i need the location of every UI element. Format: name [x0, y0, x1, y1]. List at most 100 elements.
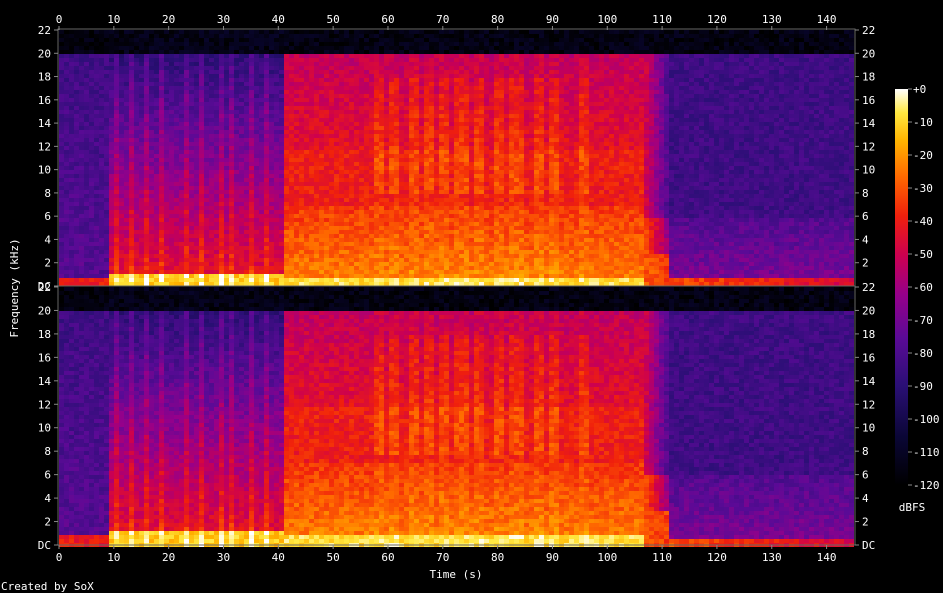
- x-tick-label-bottom: 90: [546, 551, 559, 564]
- x-tick-label-top: 130: [762, 13, 782, 26]
- x-tick-label-bottom: 120: [707, 551, 727, 564]
- colorbar-tick-label: -50: [913, 248, 933, 261]
- y-axis-label: Frequency (kHz): [8, 238, 21, 337]
- colorbar-tick-label: -80: [913, 347, 933, 360]
- y-tick-label-left: 6: [44, 210, 51, 223]
- y-tick-label-left: 20: [38, 304, 51, 317]
- channel-1-spectrogram: [59, 30, 854, 286]
- y-tick-label-right: 20: [862, 304, 875, 317]
- y-tick-label-left: 16: [38, 94, 51, 107]
- y-tick-label-right: 4: [862, 492, 869, 505]
- y-tick-label-left: 22: [38, 281, 51, 294]
- x-tick-label-top: 60: [381, 13, 394, 26]
- y-tick-label-right: 4: [862, 233, 869, 246]
- x-tick-label-bottom: 30: [217, 551, 230, 564]
- colorbar: [895, 89, 908, 485]
- y-tick-label-left: 10: [38, 164, 51, 177]
- spectrogram-chart: 0 0 10 10 20 20 30 30 40 40 50 50 60 60 70 70 80 80 90 90 10…: [1, 13, 940, 593]
- y-tick-label-right: 16: [862, 351, 875, 364]
- y-tick-label-left: 20: [38, 47, 51, 60]
- y-tick-label-left: 12: [38, 140, 51, 153]
- x-tick-label-top: 40: [272, 13, 285, 26]
- x-tick-label-top: 20: [162, 13, 175, 26]
- y-tick-label-right: 2: [862, 257, 869, 270]
- footer-credit: Created by SoX: [1, 580, 94, 593]
- x-tick-label-bottom: 0: [56, 551, 63, 564]
- x-tick-label-bottom: 130: [762, 551, 782, 564]
- y-tick-label-left: 12: [38, 398, 51, 411]
- y-tick-label-right: 16: [862, 94, 875, 107]
- x-tick-label-bottom: 70: [436, 551, 449, 564]
- x-tick-label-bottom: 10: [107, 551, 120, 564]
- x-tick-label-top: 110: [652, 13, 672, 26]
- y-tick-label-right: 14: [862, 117, 876, 130]
- x-tick-label-top: 70: [436, 13, 449, 26]
- y-tick-label-right: 22: [862, 281, 875, 294]
- y-tick-label-left: 6: [44, 469, 51, 482]
- y-tick-label-left: 18: [38, 71, 51, 84]
- x-axis-label: Time (s): [430, 568, 483, 581]
- x-tick-label-top: 50: [327, 13, 340, 26]
- y-tick-label-left: 8: [44, 187, 51, 200]
- colorbar-tick-label: +0: [913, 83, 926, 96]
- y-tick-label-left: DC: [38, 539, 51, 552]
- x-tick-label-bottom: 140: [817, 551, 837, 564]
- y-tick-label-right: 20: [862, 47, 875, 60]
- x-tick-label-top: 90: [546, 13, 559, 26]
- colorbar-ticks: +0 -10 -20 -30 -40 -50 -60 -70 -80 -90 -100 -110 -12…: [908, 83, 940, 492]
- y-tick-label-left: 14: [38, 117, 52, 130]
- colorbar-tick-label: -100: [913, 413, 940, 426]
- y-tick-label-left: 4: [44, 492, 51, 505]
- y-tick-label-left: 8: [44, 445, 51, 458]
- x-tick-label-bottom: 60: [381, 551, 394, 564]
- x-tick-label-bottom: 40: [272, 551, 285, 564]
- colorbar-tick-label: -120: [913, 479, 940, 492]
- x-tick-label-top: 140: [817, 13, 837, 26]
- y-tick-label-left: 2: [44, 257, 51, 270]
- colorbar-tick-label: -40: [913, 215, 933, 228]
- channel-2-spectrogram: [59, 287, 854, 547]
- colorbar-tick-label: -70: [913, 314, 933, 327]
- y-tick-label-right: 14: [862, 375, 876, 388]
- x-tick-label-top: 80: [491, 13, 504, 26]
- x-tick-label-bottom: 100: [597, 551, 617, 564]
- x-tick-label-top: 100: [597, 13, 617, 26]
- spectrogram-panels: [59, 30, 854, 547]
- colorbar-tick-label: -110: [913, 446, 940, 459]
- x-tick-label-top: 120: [707, 13, 727, 26]
- y-tick-label-right: 12: [862, 398, 875, 411]
- y-tick-label-right: 10: [862, 164, 875, 177]
- colorbar-tick-label: -20: [913, 149, 933, 162]
- colorbar-tick-label: -60: [913, 281, 933, 294]
- y-tick-label-left: 4: [44, 233, 51, 246]
- y-tick-label-left: 18: [38, 328, 51, 341]
- colorbar-label: dBFS: [899, 501, 926, 514]
- y-tick-label-left: 14: [38, 375, 52, 388]
- y-tick-label-right: 18: [862, 71, 875, 84]
- x-tick-label-top: 0: [56, 13, 63, 26]
- x-tick-label-bottom: 50: [327, 551, 340, 564]
- y-tick-label-left: 2: [44, 516, 51, 529]
- x-tick-label-bottom: 20: [162, 551, 175, 564]
- colorbar-tick-label: -10: [913, 116, 933, 129]
- y-tick-label-right: 22: [862, 24, 875, 37]
- y-tick-label-right: DC: [862, 539, 875, 552]
- x-tick-label-bottom: 80: [491, 551, 504, 564]
- colorbar-tick-label: -30: [913, 182, 933, 195]
- x-tick-label-top: 10: [107, 13, 120, 26]
- y-tick-label-left: 16: [38, 351, 51, 364]
- x-tick-label-bottom: 110: [652, 551, 672, 564]
- y-tick-label-right: 6: [862, 469, 869, 482]
- y-tick-label-left: 10: [38, 422, 51, 435]
- y-tick-label-right: 18: [862, 328, 875, 341]
- y-tick-label-right: 6: [862, 210, 869, 223]
- y-tick-label-right: 2: [862, 516, 869, 529]
- y-tick-label-right: 8: [862, 445, 869, 458]
- y-tick-label-left: 22: [38, 24, 51, 37]
- x-tick-label-top: 30: [217, 13, 230, 26]
- colorbar-tick-label: -90: [913, 380, 933, 393]
- y-tick-label-right: 8: [862, 187, 869, 200]
- y-tick-label-right: 12: [862, 140, 875, 153]
- colorbar-gradient: [895, 89, 908, 485]
- y-tick-label-right: 10: [862, 422, 875, 435]
